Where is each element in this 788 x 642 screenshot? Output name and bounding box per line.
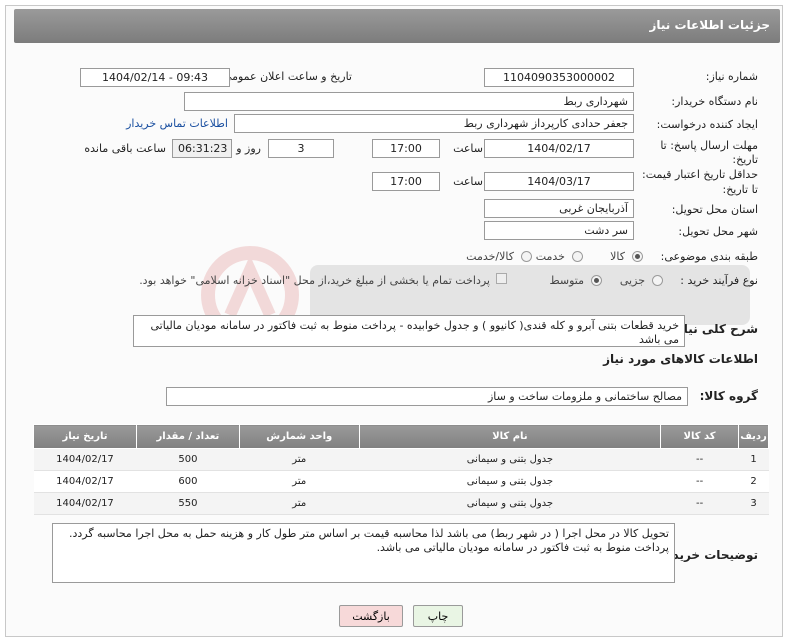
category-service-label: خدمت — [535, 250, 565, 263]
reply-deadline-label: مهلت ارسال پاسخ: تا — [660, 139, 758, 152]
price-validity-label-2: تا تاریخ: — [722, 183, 758, 196]
purchase-type-label: نوع فرآیند خرید : — [680, 274, 758, 287]
category-goods-label: کالا — [610, 250, 625, 263]
category-service-radio[interactable] — [572, 251, 583, 262]
buyer-notes-text: تحویل کالا در محل اجرا ( در شهر ربط) می … — [52, 523, 675, 583]
purchase-minor-radio[interactable] — [652, 275, 663, 286]
col-row: ردیف — [738, 424, 769, 449]
category-both-radio[interactable] — [521, 251, 532, 262]
goods-section-title: اطلاعات کالاهای مورد نیاز — [603, 352, 758, 366]
days-field: 3 — [268, 139, 334, 158]
cell-quantity: 550 — [136, 492, 240, 515]
category-goods-radio[interactable] — [632, 251, 643, 262]
cell-unit: متر — [239, 448, 360, 471]
goods-table: ردیف کد کالا نام کالا واحد شمارش تعداد /… — [33, 424, 769, 515]
creator-field: جعفر حدادی کارپرداز شهرداری ربط — [234, 114, 634, 133]
goods-group-label: گروه کالا: — [699, 389, 758, 403]
col-need-date: تاریخ نیاز — [33, 424, 137, 449]
cell-quantity: 600 — [136, 470, 240, 493]
cell-name: جدول بتنی و سیمانی — [359, 470, 661, 493]
reply-deadline-label-2: تاریخ: — [732, 153, 758, 166]
cell-unit: متر — [239, 492, 360, 515]
cell-row: 1 — [738, 448, 769, 471]
page-title: جزئیات اطلاعات نیاز — [649, 18, 770, 32]
cell-code: -- — [660, 470, 739, 493]
buyer-org-field: شهرداری ربط — [184, 92, 634, 111]
remaining-time-field: 06:31:23 — [172, 139, 232, 158]
reply-time-label: ساعت — [453, 142, 483, 155]
cell-name: جدول بتنی و سیمانی — [359, 448, 661, 471]
treasury-payment-checkbox[interactable] — [496, 273, 507, 284]
province-field: آذربایجان غربی — [484, 199, 634, 218]
remaining-label: ساعت باقی مانده — [84, 142, 166, 155]
reply-time-field: 17:00 — [372, 139, 440, 158]
cell-unit: متر — [239, 470, 360, 493]
table-header-row: ردیف کد کالا نام کالا واحد شمارش تعداد /… — [33, 424, 769, 449]
price-time-label: ساعت — [453, 175, 483, 188]
city-label: شهر محل تحویل: — [678, 225, 758, 238]
description-text: خرید قطعات بتنی آبرو و کله قندی( کانیوو … — [133, 315, 685, 347]
cell-row: 2 — [738, 470, 769, 493]
purchase-minor-label: جزیی — [619, 274, 645, 287]
price-validity-label: حداقل تاریخ اعتبار قیمت: — [642, 168, 758, 181]
cell-need-date: 1404/02/17 — [33, 470, 137, 493]
need-number-label: شماره نیاز: — [705, 70, 758, 83]
need-number-field: 1104090353000002 — [484, 68, 634, 87]
print-button[interactable]: چاپ — [413, 605, 463, 627]
goods-group-field: مصالح ساختمانی و ملزومات ساخت و ساز — [166, 387, 688, 406]
category-label: طبقه بندی موضوعی: — [660, 250, 758, 263]
col-code: کد کالا — [660, 424, 740, 449]
cell-need-date: 1404/02/17 — [33, 448, 137, 471]
cell-name: جدول بتنی و سیمانی — [359, 492, 661, 515]
cell-quantity: 500 — [136, 448, 240, 471]
days-label: روز و — [236, 142, 261, 155]
table-row: 1 -- جدول بتنی و سیمانی متر 500 1404/02/… — [33, 448, 769, 471]
city-field: سر دشت — [484, 221, 634, 240]
creator-label: ایجاد کننده درخواست: — [656, 118, 758, 131]
treasury-payment-note: پرداخت تمام یا بخشی از مبلغ خرید،از محل … — [139, 274, 490, 287]
col-name: نام کالا — [358, 424, 662, 449]
purchase-medium-radio[interactable] — [591, 275, 602, 286]
col-quantity: تعداد / مقدار — [135, 424, 240, 449]
table-row: 3 -- جدول بتنی و سیمانی متر 550 1404/02/… — [33, 492, 769, 515]
purchase-medium-label: متوسط — [549, 274, 584, 287]
price-date-field: 1404/03/17 — [484, 172, 634, 191]
table-row: 2 -- جدول بتنی و سیمانی متر 600 1404/02/… — [33, 470, 769, 493]
cell-need-date: 1404/02/17 — [33, 492, 137, 515]
buyer-contact-link[interactable]: اطلاعات تماس خریدار — [126, 117, 228, 130]
announce-label: تاریخ و ساعت اعلان عمومی: — [219, 70, 352, 83]
province-label: استان محل تحویل: — [671, 203, 758, 216]
buyer-org-label: نام دستگاه خریدار: — [671, 95, 758, 108]
col-unit: واحد شمارش — [238, 424, 360, 449]
back-button[interactable]: بازگشت — [339, 605, 403, 627]
category-both-label: کالا/خدمت — [466, 250, 514, 263]
announce-field: 1404/02/14 - 09:43 — [80, 68, 230, 87]
reply-date-field: 1404/02/17 — [484, 139, 634, 158]
cell-code: -- — [660, 492, 739, 515]
cell-code: -- — [660, 448, 739, 471]
cell-row: 3 — [738, 492, 769, 515]
page-header: جزئیات اطلاعات نیاز — [14, 9, 780, 43]
price-time-field: 17:00 — [372, 172, 440, 191]
